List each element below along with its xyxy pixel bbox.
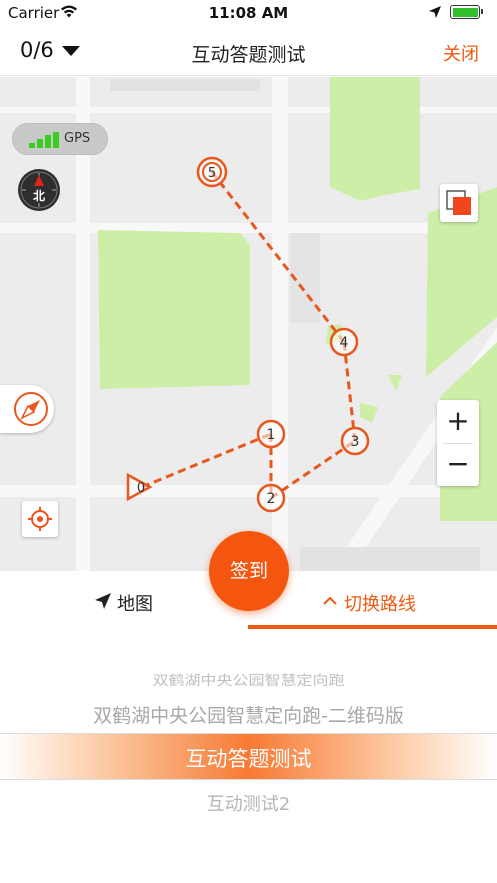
route-option[interactable]: 双鹤湖中央公园智慧定向跑 bbox=[0, 669, 497, 689]
location-arrow-icon bbox=[429, 6, 441, 18]
locate-me-button[interactable] bbox=[22, 501, 58, 537]
compass-icon[interactable]: 北 bbox=[18, 169, 60, 211]
checkpoint-marker-1[interactable]: 1 bbox=[256, 419, 286, 449]
svg-text:1: 1 bbox=[267, 427, 276, 443]
map-view[interactable]: 0 1 2 3 4 5 GPS 北 + − bbox=[0, 77, 497, 571]
checkpoint-marker-5[interactable]: 5 bbox=[196, 156, 228, 188]
crosshair-icon bbox=[28, 507, 52, 531]
svg-text:北: 北 bbox=[33, 188, 45, 203]
close-button[interactable]: 关闭 bbox=[443, 40, 479, 66]
compass-needle-icon bbox=[14, 392, 48, 426]
layers-toggle-button[interactable] bbox=[440, 184, 478, 222]
status-time: 11:08 AM bbox=[208, 4, 289, 22]
navigation-compass-button[interactable] bbox=[0, 385, 54, 433]
signal-bars-icon bbox=[29, 132, 59, 148]
layers-icon bbox=[446, 190, 471, 215]
navigation-bar: 0/6 互动答题测试 关闭 bbox=[0, 26, 497, 76]
svg-text:2: 2 bbox=[267, 491, 276, 507]
zoom-controls: + − bbox=[437, 400, 479, 486]
check-in-button[interactable]: 签到 bbox=[209, 531, 289, 611]
active-tab-indicator bbox=[248, 625, 497, 629]
route-option-selected[interactable]: 互动答题测试 bbox=[0, 743, 497, 773]
svg-text:3: 3 bbox=[351, 434, 360, 450]
gps-label: GPS bbox=[64, 131, 91, 146]
checkpoint-marker-3[interactable]: 3 bbox=[340, 426, 370, 456]
route-picker[interactable]: 双鹤湖中央公园智慧定向跑 双鹤湖中央公园智慧定向跑-二维码版 互动答题测试 互动… bbox=[0, 631, 497, 883]
tab-map-label: 地图 bbox=[117, 594, 153, 615]
svg-text:5: 5 bbox=[208, 166, 216, 181]
route-option[interactable]: 互动测试2 bbox=[0, 790, 497, 816]
status-bar: Carrier 11:08 AM bbox=[0, 0, 497, 26]
zoom-out-button[interactable]: − bbox=[437, 443, 479, 486]
navigation-arrow-icon bbox=[95, 593, 111, 609]
page-title: 互动答题测试 bbox=[191, 44, 306, 66]
tab-route-label: 切换路线 bbox=[344, 594, 416, 615]
route-option[interactable]: 双鹤湖中央公园智慧定向跑-二维码版 bbox=[0, 701, 497, 728]
gps-signal-badge: GPS bbox=[12, 123, 108, 155]
svg-text:4: 4 bbox=[340, 335, 349, 351]
checkpoint-marker-4[interactable]: 4 bbox=[329, 327, 359, 357]
chevron-up-icon bbox=[323, 596, 337, 605]
svg-text:0: 0 bbox=[137, 481, 145, 496]
zoom-in-button[interactable]: + bbox=[437, 400, 479, 443]
battery-icon bbox=[450, 5, 483, 19]
start-marker[interactable]: 0 bbox=[126, 472, 153, 502]
checkpoint-marker-2[interactable]: 2 bbox=[256, 483, 286, 513]
